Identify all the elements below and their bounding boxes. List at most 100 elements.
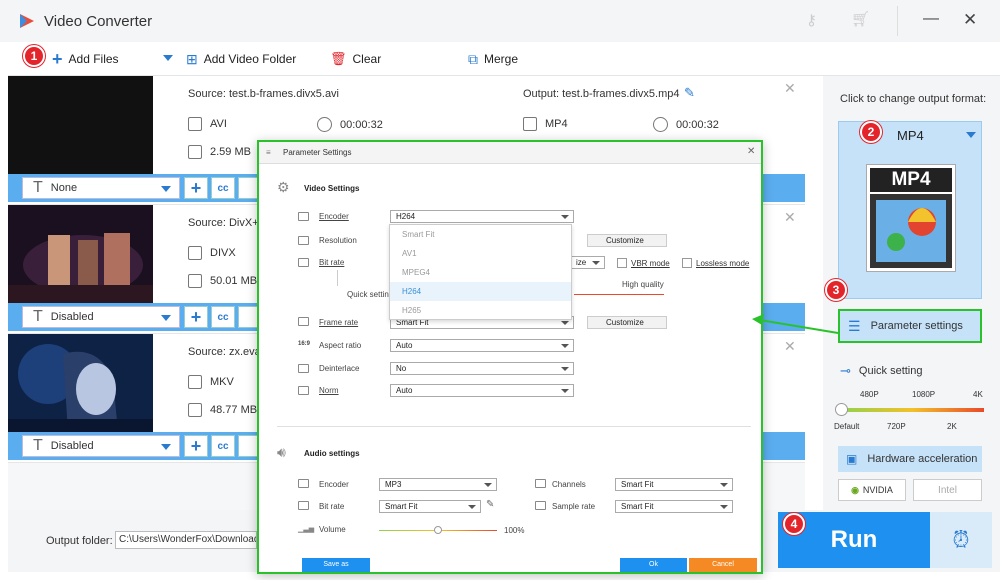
encoder-option[interactable]: Smart Fit <box>390 225 571 244</box>
remove-file-icon[interactable]: ✕ <box>784 209 796 226</box>
subtitle-select[interactable]: T None <box>22 177 180 199</box>
subtitle-cc-button[interactable]: cc <box>211 435 235 457</box>
merge-icon: ⧉ <box>468 50 478 67</box>
format-selector[interactable]: MP4 MP4 <box>838 121 982 299</box>
encoder-option[interactable]: AV1 <box>390 244 571 263</box>
chip-icon: ▣ <box>846 452 858 466</box>
mp4-art-text: MP4 <box>870 168 952 192</box>
add-files-button[interactable]: + Add Files <box>52 42 119 76</box>
key-icon[interactable]: ⚷ <box>806 11 817 29</box>
quality-label-720p: 720P <box>887 422 906 431</box>
subtitle-cc-button[interactable]: cc <box>211 177 235 199</box>
encoder-label[interactable]: Encoder <box>319 212 349 221</box>
audio-bitrate-edit-icon[interactable]: ✎ <box>486 499 494 510</box>
clear-button[interactable]: 🗑︎ Clear <box>330 42 381 76</box>
alarm-clock-icon[interactable]: ⏰︎ <box>930 512 992 568</box>
channels-label: Channels <box>552 480 586 489</box>
remove-file-icon[interactable]: ✕ <box>784 80 796 97</box>
output-folder-input[interactable]: C:\Users\WonderFox\Downloads <box>115 531 257 549</box>
trash-icon: 🗑︎ <box>330 51 347 66</box>
quality-label-default: Default <box>834 422 860 431</box>
norm-select[interactable]: Auto <box>390 384 574 397</box>
video-file-icon <box>188 246 202 260</box>
add-folder-button[interactable]: ⊞ Add Video Folder <box>186 42 296 76</box>
size-value: 48.77 MB <box>210 404 258 416</box>
annotation-arrow-icon <box>752 314 839 334</box>
intel-label: Intel <box>938 484 957 496</box>
title-divider <box>897 6 898 36</box>
edit-pencil-icon[interactable]: ✎ <box>684 85 695 101</box>
frame-rate-label[interactable]: Frame rate <box>319 318 358 327</box>
subtitle-cc-button[interactable]: cc <box>211 306 235 328</box>
click-to-change-text: Click to change output format: <box>840 93 987 105</box>
sliders-icon: ☰ <box>848 317 861 334</box>
encoder-select[interactable]: H264 <box>390 210 574 223</box>
quality-slider-thumb[interactable] <box>835 403 848 416</box>
dialog-close-icon[interactable]: ✕ <box>747 146 755 157</box>
chevron-down-icon <box>161 186 171 192</box>
sample-rate-select[interactable]: Smart Fit <box>615 500 733 513</box>
minimize-button[interactable]: — <box>923 10 939 28</box>
ok-button[interactable]: Ok <box>620 558 687 572</box>
cart-icon[interactable]: 🛒︎ <box>851 10 870 28</box>
add-subtitle-button[interactable]: + <box>184 435 208 457</box>
format-value: DIVX <box>210 247 236 259</box>
quick-setting-label: Quick setting <box>347 290 394 299</box>
norm-label[interactable]: Norm <box>319 386 339 395</box>
resolution-icon <box>298 236 309 245</box>
volume-icon: ▁▃▅ <box>298 526 315 533</box>
title-bar: Video Converter ⚷ 🛒︎ — ✕ <box>0 0 1000 42</box>
source-name: Source: zx.eva <box>188 346 261 358</box>
frame-rate-customize-button[interactable]: Customize <box>587 316 667 329</box>
hardware-acceleration-button[interactable]: ▣ Hardware acceleration <box>838 446 982 472</box>
subtitle-value: Disabled <box>50 311 94 323</box>
encoder-option[interactable]: MPEG4 <box>390 263 571 282</box>
size-field: 2.59 MB <box>188 145 251 159</box>
bitrate-label[interactable]: Bit rate <box>319 258 344 267</box>
subtitle-value: Disabled <box>50 440 94 452</box>
nvidia-option[interactable]: ◉ NVIDIA <box>838 479 906 501</box>
step-badge-3: 3 <box>825 279 847 301</box>
app-title: Video Converter <box>44 13 153 30</box>
nvidia-logo-icon: ◉ <box>851 484 859 495</box>
settings-icon: ≡ <box>266 148 271 157</box>
encoder-dropdown-menu: Smart Fit AV1 MPEG4 H264 H265 <box>389 224 572 320</box>
channels-select[interactable]: Smart Fit <box>615 478 733 491</box>
vbr-checkbox[interactable]: VBR mode <box>617 258 670 268</box>
film-balloon-icon <box>870 194 952 268</box>
file-icon <box>188 145 202 159</box>
format-value: AVI <box>210 118 227 130</box>
cancel-button[interactable]: Cancel <box>689 558 757 572</box>
subtitle-select[interactable]: T Disabled <box>22 435 180 457</box>
encoder-option[interactable]: H265 <box>390 301 571 320</box>
duration-value: 00:00:32 <box>340 118 383 131</box>
step-badge-2: 2 <box>860 121 882 143</box>
aspect-ratio-select[interactable]: Auto <box>390 339 574 352</box>
add-subtitle-button[interactable]: + <box>184 306 208 328</box>
add-subtitle-button[interactable]: + <box>184 177 208 199</box>
size-field: 50.01 MB <box>188 274 257 288</box>
format-value: MKV <box>210 376 234 388</box>
bitrate-customize-button[interactable]: ize <box>571 256 605 269</box>
intel-option[interactable]: Intel <box>913 479 982 501</box>
remove-file-icon[interactable]: ✕ <box>784 338 796 355</box>
subtitle-select[interactable]: T Disabled <box>22 306 180 328</box>
merge-button[interactable]: ⧉ Merge <box>468 42 518 76</box>
quality-slider-track[interactable] <box>840 408 984 412</box>
audio-bitrate-select[interactable]: Smart Fit <box>379 500 481 513</box>
resolution-customize-button[interactable]: Customize <box>587 234 667 247</box>
folder-plus-icon: ⊞ <box>186 50 198 67</box>
volume-thumb[interactable] <box>434 526 442 534</box>
sample-rate-icon <box>535 501 546 510</box>
bitrate-quality-track[interactable] <box>574 294 664 295</box>
video-file-icon <box>188 117 202 131</box>
parameter-settings-button[interactable]: ☰ Parameter settings <box>838 309 982 343</box>
deinterlace-select[interactable]: No <box>390 362 574 375</box>
lossless-checkbox[interactable]: Lossless mode <box>682 258 749 268</box>
close-button[interactable]: ✕ <box>963 10 977 30</box>
add-files-dropdown-icon[interactable] <box>163 55 173 61</box>
audio-settings-heading: Audio settings <box>304 449 360 458</box>
audio-encoder-select[interactable]: MP3 <box>379 478 497 491</box>
save-as-button[interactable]: Save as <box>302 558 370 572</box>
encoder-option-selected[interactable]: H264 <box>390 282 571 301</box>
